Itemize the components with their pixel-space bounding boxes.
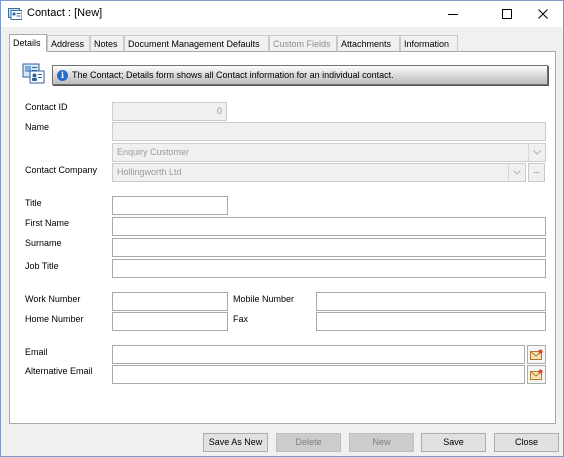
mobile-number-label: Mobile Number — [233, 294, 295, 304]
first-name-label: First Name — [25, 218, 70, 228]
email-icon — [530, 369, 543, 380]
tab-attachments[interactable]: Attachments — [337, 35, 400, 52]
fax-field[interactable] — [316, 312, 546, 331]
minimize-button[interactable] — [431, 1, 475, 27]
customer-type-value: Enquiry Customer — [117, 147, 190, 157]
name-label: Name — [25, 122, 50, 132]
contact-card-icon — [8, 8, 22, 20]
surname-label: Surname — [25, 238, 62, 248]
chevron-down-icon — [533, 150, 541, 155]
new-button: New — [349, 433, 414, 452]
email-field[interactable] — [112, 345, 525, 364]
customer-type-dropdown-arrow — [528, 144, 545, 161]
tab-notes[interactable]: Notes — [90, 35, 124, 52]
contact-id-label: Contact ID — [25, 102, 68, 112]
first-name-field[interactable] — [112, 217, 546, 236]
tab-document-management-defaults[interactable]: Document Management Defaults — [124, 35, 269, 52]
save-as-new-button[interactable]: Save As New — [203, 433, 268, 452]
surname-field[interactable] — [112, 238, 546, 257]
home-number-label: Home Number — [25, 314, 84, 324]
customer-type-combo: Enquiry Customer — [112, 143, 546, 162]
close-button[interactable]: Close — [494, 433, 559, 452]
contact-window: Contact : [New] Details Address Notes Do… — [0, 0, 564, 457]
info-icon: i — [57, 70, 68, 81]
title-field[interactable] — [112, 196, 228, 215]
contact-company-combo: Hollingworth Ltd — [112, 163, 526, 182]
title-label: Title — [25, 198, 42, 208]
alternative-email-field[interactable] — [112, 365, 525, 384]
details-panel: i The Contact; Details form shows all Co… — [9, 51, 556, 424]
chevron-down-icon — [513, 170, 521, 175]
close-icon — [538, 9, 548, 19]
window-title: Contact : [New] — [27, 7, 103, 19]
tab-address[interactable]: Address — [47, 35, 90, 52]
tab-details[interactable]: Details — [9, 34, 47, 52]
home-number-field[interactable] — [112, 312, 228, 331]
send-alternative-email-button[interactable] — [527, 365, 546, 384]
contact-company-dropdown-arrow — [508, 164, 525, 181]
info-message: The Contact; Details form shows all Cont… — [72, 70, 394, 80]
title-bar[interactable]: Contact : [New] — [1, 1, 563, 27]
close-window-button[interactable] — [521, 1, 564, 27]
job-title-label: Job Title — [25, 261, 59, 271]
tab-information[interactable]: Information — [400, 35, 458, 52]
mobile-number-field[interactable] — [316, 292, 546, 311]
name-field — [112, 122, 546, 141]
contact-company-value: Hollingworth Ltd — [117, 167, 182, 177]
job-title-field[interactable] — [112, 259, 546, 278]
email-icon — [530, 349, 543, 360]
maximize-icon — [502, 9, 512, 19]
save-button[interactable]: Save — [421, 433, 486, 452]
contact-id-field: 0 — [112, 102, 227, 121]
delete-button: Delete — [276, 433, 341, 452]
contact-company-browse-button: ... — [528, 163, 545, 182]
work-number-label: Work Number — [25, 294, 81, 304]
minimize-icon — [448, 14, 458, 15]
contact-details-icon — [22, 63, 45, 84]
info-banner: i The Contact; Details form shows all Co… — [52, 65, 548, 85]
fax-label: Fax — [233, 314, 249, 324]
send-email-button[interactable] — [527, 345, 546, 364]
contact-company-label: Contact Company — [25, 165, 98, 175]
work-number-field[interactable] — [112, 292, 228, 311]
alternative-email-label: Alternative Email — [25, 366, 93, 376]
tab-custom-fields[interactable]: Custom Fields — [269, 35, 337, 52]
email-label: Email — [25, 347, 48, 357]
